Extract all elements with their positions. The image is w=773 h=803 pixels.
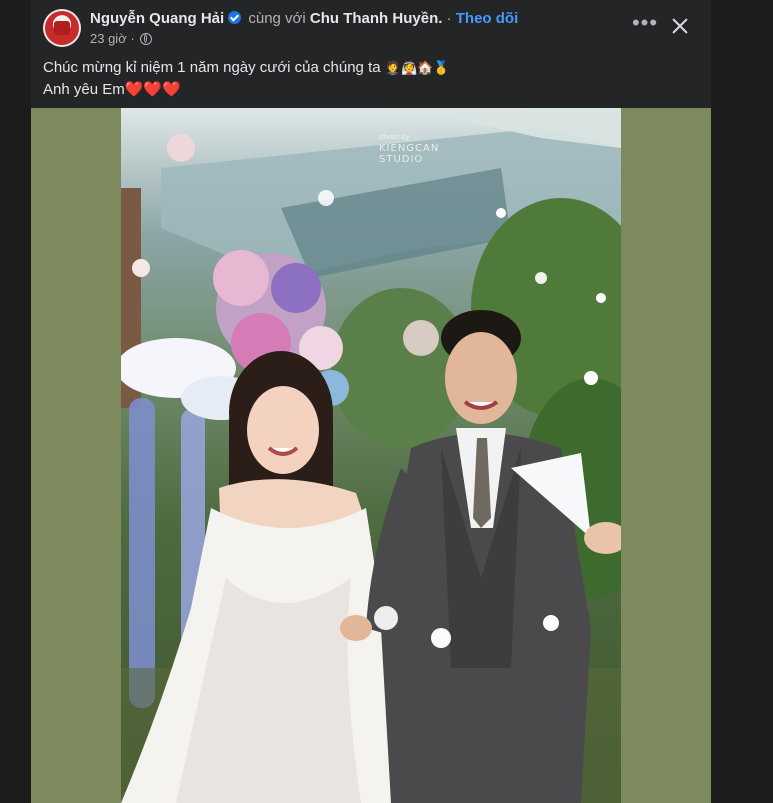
meta-separator-dot: · — [130, 31, 135, 46]
photo-illustration — [121, 108, 621, 803]
globe-icon[interactable] — [140, 33, 153, 45]
author-name[interactable]: Nguyễn Quang Hải — [90, 10, 224, 27]
caption-emojis-1: 🤵👰🏠🥇 — [384, 60, 450, 75]
caption-line-1: Chúc mừng kỉ niệm 1 năm ngày cưới của ch… — [43, 57, 450, 79]
post-caption: Chúc mừng kỉ niệm 1 năm ngày cưới của ch… — [43, 57, 450, 101]
photo-container[interactable]: photo by KIENGCAN STUDIO — [31, 108, 711, 803]
author-avatar[interactable] — [43, 9, 81, 47]
watermark-line-2: STUDIO — [379, 154, 424, 165]
watermark-by: photo by — [379, 133, 411, 141]
post-header: Nguyễn Quang Hải cùng với Chu Thanh Huyề… — [31, 0, 711, 50]
caption-text-2: Anh yêu Em — [43, 81, 125, 98]
tagged-user[interactable]: Chu Thanh Huyền. — [310, 10, 443, 27]
close-icon[interactable] — [668, 14, 692, 38]
photo-watermark: photo by KIENGCAN STUDIO — [379, 132, 439, 165]
wedding-photo[interactable]: photo by KIENGCAN STUDIO — [121, 108, 621, 803]
caption-line-2: Anh yêu Em❤️❤️❤️ — [43, 79, 450, 101]
verified-badge-icon — [228, 11, 242, 24]
post-title-line: Nguyễn Quang Hải cùng với Chu Thanh Huyề… — [90, 10, 518, 28]
with-text: cùng với — [248, 10, 306, 27]
caption-text-1: Chúc mừng kỉ niệm 1 năm ngày cưới của ch… — [43, 59, 381, 76]
caption-hearts: ❤️❤️❤️ — [124, 81, 181, 98]
post-card: Nguyễn Quang Hải cùng với Chu Thanh Huyề… — [31, 0, 711, 803]
separator-dot: · — [446, 10, 452, 27]
post-timestamp[interactable]: 23 giờ — [90, 31, 127, 46]
follow-button[interactable]: Theo dõi — [456, 10, 519, 27]
more-options-icon[interactable]: ••• — [631, 12, 659, 38]
watermark-line-1: KIENGCAN — [379, 143, 440, 154]
post-meta: 23 giờ · — [90, 31, 153, 46]
